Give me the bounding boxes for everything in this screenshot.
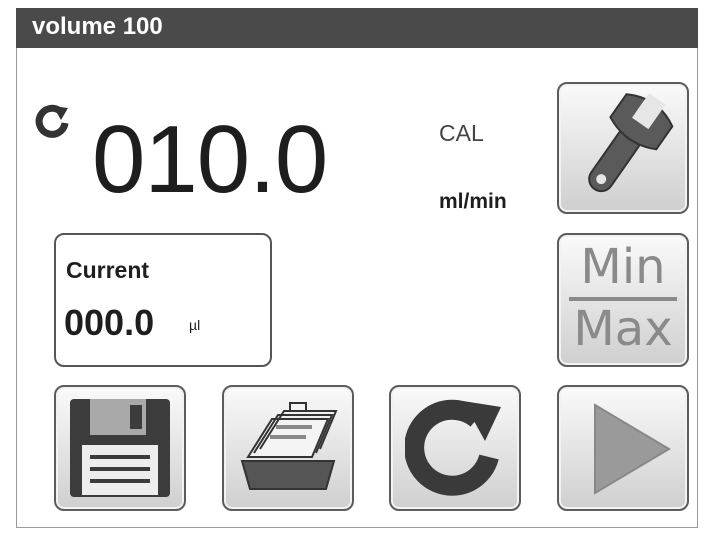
flow-rate-value: 010.0 bbox=[92, 106, 328, 213]
play-icon bbox=[573, 397, 677, 501]
start-button[interactable] bbox=[557, 385, 689, 511]
current-unit: µl bbox=[189, 317, 201, 333]
max-label: Max bbox=[573, 301, 673, 357]
wrench-icon bbox=[565, 90, 681, 206]
current-value: 000.0 bbox=[64, 302, 155, 343]
direction-button[interactable] bbox=[389, 385, 521, 511]
refresh-icon bbox=[405, 397, 509, 501]
card-file-icon bbox=[234, 397, 342, 497]
settings-button[interactable] bbox=[557, 82, 689, 214]
cal-label: CAL bbox=[439, 120, 484, 146]
program-file-button[interactable] bbox=[222, 385, 354, 511]
current-volume-panel: Current 000.0 µl bbox=[54, 233, 272, 367]
min-label: Min bbox=[580, 239, 666, 295]
save-button[interactable] bbox=[54, 385, 186, 511]
min-max-button[interactable]: Min Max bbox=[557, 233, 689, 367]
window-title: volume 100 bbox=[32, 13, 163, 40]
flow-rate-unit: ml/min bbox=[439, 190, 507, 213]
rotation-icon bbox=[34, 104, 72, 142]
floppy-disk-icon bbox=[66, 395, 174, 501]
current-label: Current bbox=[66, 257, 150, 283]
